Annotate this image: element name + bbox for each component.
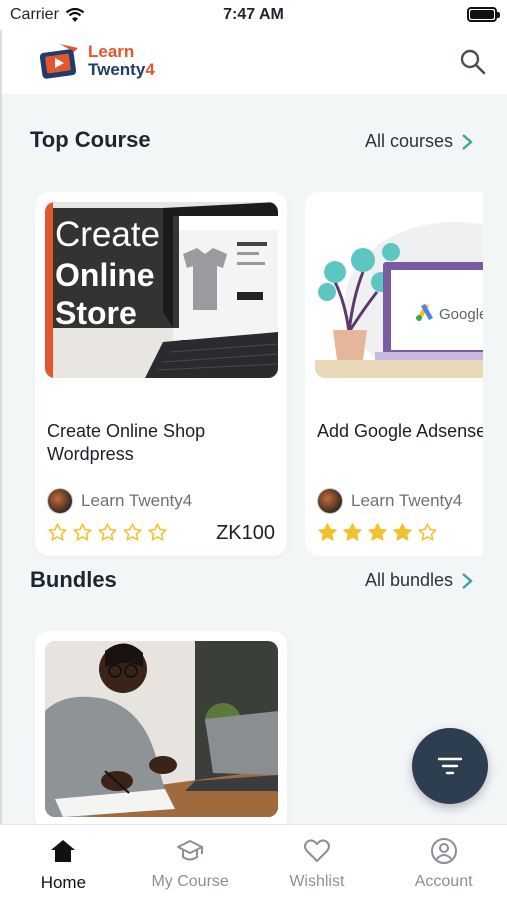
bottom-tab-bar: Home My Course Wishlist Account bbox=[0, 824, 507, 900]
logo-line1: Learn bbox=[88, 42, 135, 61]
star-outline-icon bbox=[98, 523, 117, 541]
all-courses-label: All courses bbox=[364, 131, 453, 151]
course-card[interactable]: Google Add Google Adsense Learn Twenty4 bbox=[305, 192, 483, 556]
heart-icon bbox=[303, 839, 330, 862]
filter-icon bbox=[437, 757, 463, 775]
home-icon bbox=[51, 840, 76, 862]
star-outline-icon bbox=[418, 523, 437, 541]
graduation-cap-icon bbox=[177, 840, 204, 861]
status-bar: Carrier 7:47 AM bbox=[0, 0, 507, 30]
star-filled-icon bbox=[343, 523, 362, 541]
thumb-word-1: Create bbox=[55, 215, 160, 254]
logo-digit: 4 bbox=[145, 60, 155, 79]
tab-account[interactable]: Account bbox=[380, 825, 507, 900]
all-bundles-link[interactable]: All bundles bbox=[365, 570, 473, 591]
tab-my-course-label: My Course bbox=[151, 873, 229, 890]
star-outline-icon bbox=[123, 523, 142, 541]
thumb-google-text: Google bbox=[439, 306, 483, 323]
rating-stars bbox=[47, 522, 168, 543]
app-header: Learn Twenty4 bbox=[0, 30, 507, 94]
bundle-card[interactable] bbox=[35, 631, 287, 831]
tab-wishlist-label: Wishlist bbox=[289, 873, 345, 890]
course-title-line1: Create Online Shop bbox=[47, 421, 206, 441]
logo-mark-icon bbox=[39, 44, 78, 79]
app-logo[interactable]: Learn Twenty4 bbox=[38, 38, 168, 84]
filter-button[interactable] bbox=[412, 728, 488, 804]
top-course-title: Top Course bbox=[30, 127, 151, 152]
rating-stars bbox=[317, 522, 438, 543]
search-icon[interactable] bbox=[457, 46, 489, 78]
course-thumbnail[interactable]: Create Online Store bbox=[45, 202, 278, 378]
main-content: Top Course All courses Create Online Sto… bbox=[0, 94, 507, 831]
bundle-thumbnail[interactable] bbox=[45, 641, 278, 817]
tab-account-label: Account bbox=[414, 873, 473, 890]
all-courses-link[interactable]: All courses bbox=[365, 131, 473, 152]
course-author: Learn Twenty4 bbox=[47, 488, 192, 514]
course-title-line1: Add Google Adsense bbox=[317, 421, 483, 441]
bundles-title: Bundles bbox=[30, 567, 117, 592]
course-author: Learn Twenty4 bbox=[317, 488, 462, 514]
course-title[interactable]: Create Online Shop Wordpress bbox=[47, 420, 205, 466]
course-thumbnail[interactable]: Google bbox=[315, 202, 483, 378]
star-filled-icon bbox=[318, 523, 337, 541]
tab-home[interactable]: Home bbox=[0, 825, 127, 900]
course-title[interactable]: Add Google Adsense bbox=[317, 420, 483, 443]
course-price: ZK100 bbox=[216, 522, 275, 544]
course-title-line2: Wordpress bbox=[47, 444, 134, 464]
tab-my-course[interactable]: My Course bbox=[127, 825, 254, 900]
course-card[interactable]: Create Online Store Create Online Shop W… bbox=[35, 192, 287, 556]
logo-line2: Twenty4 bbox=[88, 61, 155, 79]
author-name: Learn Twenty4 bbox=[351, 491, 463, 510]
star-outline-icon bbox=[148, 523, 167, 541]
star-filled-icon bbox=[393, 523, 412, 541]
thumb-word-3: Store bbox=[55, 295, 137, 331]
bundle-thumbnail-art bbox=[45, 641, 278, 817]
star-outline-icon bbox=[73, 523, 92, 541]
logo-text: Learn Twenty4 bbox=[88, 43, 155, 79]
logo-line2-word: Twenty bbox=[88, 60, 146, 79]
thumb-word-2: Online bbox=[55, 257, 155, 293]
all-bundles-label: All bundles bbox=[364, 570, 453, 590]
course-thumbnail-art: Google bbox=[315, 202, 483, 378]
account-circle-icon bbox=[430, 838, 457, 864]
course-card-clip: Google Add Google Adsense Learn Twenty4 bbox=[305, 192, 483, 556]
author-avatar bbox=[47, 488, 73, 514]
chevron-right-icon bbox=[462, 572, 473, 589]
battery-icon bbox=[467, 7, 500, 22]
tab-wishlist[interactable]: Wishlist bbox=[254, 825, 381, 900]
tab-home-label: Home bbox=[40, 873, 87, 892]
status-time: 7:47 AM bbox=[223, 6, 284, 23]
author-avatar bbox=[317, 488, 343, 514]
chevron-right-icon bbox=[462, 133, 473, 150]
star-filled-icon bbox=[368, 523, 387, 541]
author-name: Learn Twenty4 bbox=[81, 491, 193, 510]
course-thumbnail-art: Create Online Store bbox=[45, 202, 278, 378]
star-outline-icon bbox=[48, 523, 67, 541]
